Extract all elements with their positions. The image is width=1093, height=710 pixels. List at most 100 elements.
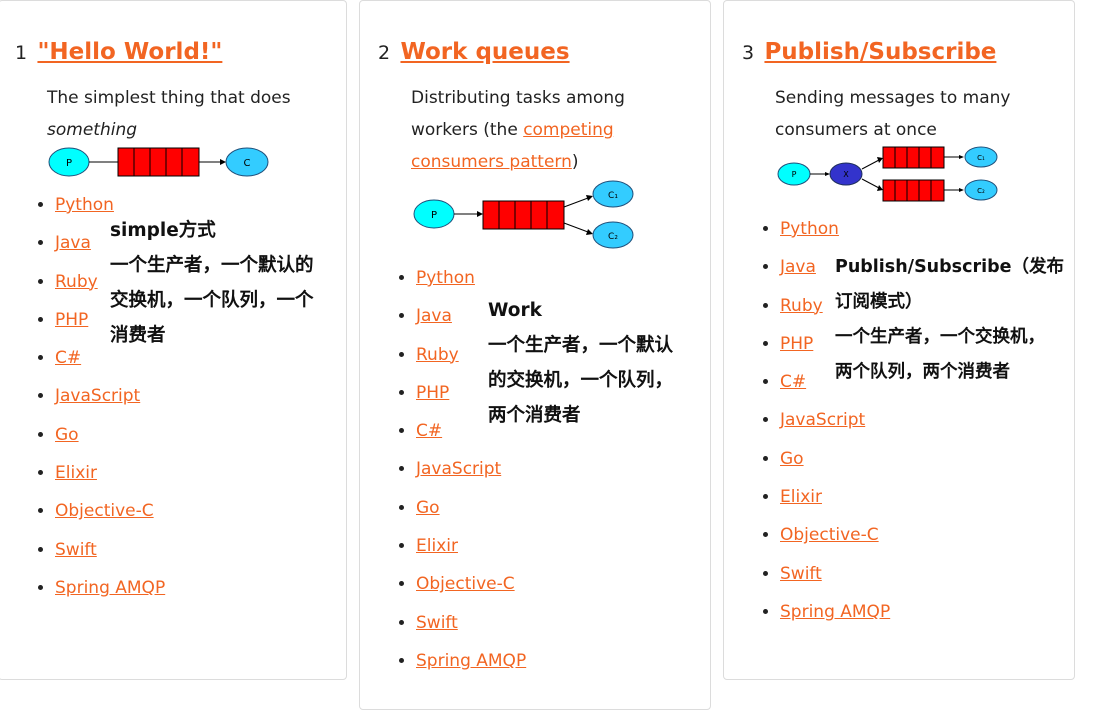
language-link-python[interactable]: Python bbox=[55, 195, 114, 215]
note-line: Publish/Subscribe（发布 bbox=[835, 257, 1064, 277]
note-line: 订阅模式） bbox=[835, 292, 923, 312]
tutorial-heading: 1 "Hello World!" bbox=[15, 39, 222, 65]
annotation-note: Publish/Subscribe（发布 订阅模式） 一个生产者，一个交换机， … bbox=[835, 250, 1064, 390]
description-text: The simplest thing that does bbox=[47, 88, 291, 108]
description-emphasis: something bbox=[47, 120, 138, 140]
list-item: Spring AMQP bbox=[55, 569, 165, 607]
tutorial-title-link[interactable]: Publish/Subscribe bbox=[764, 39, 996, 65]
tutorial-card-hello-world: 1 "Hello World!" The simplest thing that… bbox=[0, 0, 347, 680]
tutorial-number: 1 bbox=[15, 42, 28, 64]
tutorial-title-link[interactable]: Work queues bbox=[400, 39, 569, 65]
language-link-python[interactable]: Python bbox=[416, 268, 475, 288]
language-link-ruby[interactable]: Ruby bbox=[416, 345, 459, 365]
language-link-php[interactable]: PHP bbox=[55, 310, 88, 330]
language-link-javascript[interactable]: JavaScript bbox=[416, 459, 501, 479]
note-line: simple方式 bbox=[110, 220, 216, 241]
consumer-label: C bbox=[244, 158, 251, 169]
tutorial-number: 2 bbox=[378, 42, 391, 64]
tutorial-description: Sending messages to many consumers at on… bbox=[775, 82, 1025, 146]
note-line: 的交换机，一个队列， bbox=[488, 370, 674, 391]
note-line: Work bbox=[488, 300, 542, 321]
consumer-label-1: C₁ bbox=[608, 191, 618, 201]
list-item: Swift bbox=[780, 555, 890, 593]
language-link-elixir[interactable]: Elixir bbox=[780, 487, 822, 507]
queue bbox=[482, 200, 565, 230]
consumer-label-2: C₂ bbox=[977, 187, 985, 195]
language-link-spring-amqp[interactable]: Spring AMQP bbox=[55, 578, 165, 598]
language-link-java[interactable]: Java bbox=[780, 257, 816, 277]
list-item: Python bbox=[780, 210, 890, 248]
producer-label: P bbox=[792, 170, 797, 179]
note-line: 交换机，一个队列，一个 bbox=[110, 290, 314, 311]
list-item: JavaScript bbox=[416, 450, 526, 488]
language-link-go[interactable]: Go bbox=[55, 425, 79, 445]
consumer-label-2: C₂ bbox=[608, 232, 618, 242]
tutorial-heading: 3 Publish/Subscribe bbox=[742, 39, 996, 65]
language-link-swift[interactable]: Swift bbox=[55, 540, 97, 560]
note-line: 一个生产者，一个默认的 bbox=[110, 255, 314, 276]
list-item: JavaScript bbox=[780, 401, 890, 439]
language-link-go[interactable]: Go bbox=[416, 498, 440, 518]
language-link-php[interactable]: PHP bbox=[416, 383, 449, 403]
producer-label: P bbox=[66, 158, 72, 169]
language-link-objective-c[interactable]: Objective-C bbox=[780, 525, 879, 545]
language-link-ruby[interactable]: Ruby bbox=[55, 272, 98, 292]
queue-1 bbox=[882, 146, 945, 169]
list-item: Go bbox=[416, 489, 526, 527]
language-link-java[interactable]: Java bbox=[55, 233, 91, 253]
exchange-label: X bbox=[843, 170, 849, 179]
list-item: Go bbox=[55, 416, 165, 454]
language-link-elixir[interactable]: Elixir bbox=[416, 536, 458, 556]
list-item: Spring AMQP bbox=[780, 593, 890, 631]
tutorial-description: Distributing tasks among workers (the co… bbox=[411, 82, 641, 178]
note-line: 两个消费者 bbox=[488, 405, 581, 426]
tutorial-description: The simplest thing that does something bbox=[47, 82, 317, 146]
description-tail: ) bbox=[571, 152, 579, 172]
language-link-go[interactable]: Go bbox=[780, 449, 804, 469]
language-link-spring-amqp[interactable]: Spring AMQP bbox=[780, 602, 890, 622]
hello-world-diagram: P C bbox=[48, 147, 269, 177]
language-link-elixir[interactable]: Elixir bbox=[55, 463, 97, 483]
note-line: 消费者 bbox=[110, 325, 166, 346]
list-item: JavaScript bbox=[55, 377, 165, 415]
list-item: Elixir bbox=[55, 454, 165, 492]
language-link-java[interactable]: Java bbox=[416, 306, 452, 326]
note-line: 两个队列，两个消费者 bbox=[835, 362, 1010, 382]
note-line: 一个生产者，一个默认 bbox=[488, 335, 674, 356]
tutorial-heading: 2 Work queues bbox=[378, 39, 570, 65]
list-item: Go bbox=[780, 440, 890, 478]
language-link-python[interactable]: Python bbox=[780, 219, 839, 239]
language-link-swift[interactable]: Swift bbox=[416, 613, 458, 633]
language-link-csharp[interactable]: C# bbox=[780, 372, 806, 392]
producer-label: P bbox=[431, 210, 437, 221]
description-text: Sending messages to many consumers at on… bbox=[775, 88, 1011, 140]
list-item: Objective-C bbox=[780, 516, 890, 554]
publish-subscribe-diagram: P X C₁ C₂ bbox=[777, 146, 998, 202]
language-link-csharp[interactable]: C# bbox=[55, 348, 81, 368]
queue-2 bbox=[882, 179, 945, 202]
list-item: Elixir bbox=[416, 527, 526, 565]
language-link-javascript[interactable]: JavaScript bbox=[780, 410, 865, 430]
annotation-note: simple方式 一个生产者，一个默认的 交换机，一个队列，一个 消费者 bbox=[110, 213, 314, 353]
tutorial-title-link[interactable]: "Hello World!" bbox=[37, 39, 222, 65]
consumer-label-1: C₁ bbox=[977, 154, 985, 162]
language-link-objective-c[interactable]: Objective-C bbox=[416, 574, 515, 594]
list-item: Objective-C bbox=[416, 565, 526, 603]
language-link-csharp[interactable]: C# bbox=[416, 421, 442, 441]
language-link-javascript[interactable]: JavaScript bbox=[55, 386, 140, 406]
list-item: Swift bbox=[55, 531, 165, 569]
tutorial-card-work-queues: 2 Work queues Distributing tasks among w… bbox=[359, 0, 711, 710]
tutorial-number: 3 bbox=[742, 42, 755, 64]
list-item: Spring AMQP bbox=[416, 642, 526, 680]
language-link-spring-amqp[interactable]: Spring AMQP bbox=[416, 651, 526, 671]
work-queues-diagram: P C₁ C₂ bbox=[413, 180, 634, 249]
language-link-objective-c[interactable]: Objective-C bbox=[55, 501, 154, 521]
annotation-note: Work 一个生产者，一个默认 的交换机，一个队列， 两个消费者 bbox=[488, 293, 673, 433]
list-item: Python bbox=[416, 259, 526, 297]
list-item: Swift bbox=[416, 604, 526, 642]
language-link-swift[interactable]: Swift bbox=[780, 564, 822, 584]
language-link-php[interactable]: PHP bbox=[780, 334, 813, 354]
queue bbox=[117, 147, 200, 177]
language-link-ruby[interactable]: Ruby bbox=[780, 296, 823, 316]
tutorial-card-publish-subscribe: 3 Publish/Subscribe Sending messages to … bbox=[723, 0, 1075, 680]
